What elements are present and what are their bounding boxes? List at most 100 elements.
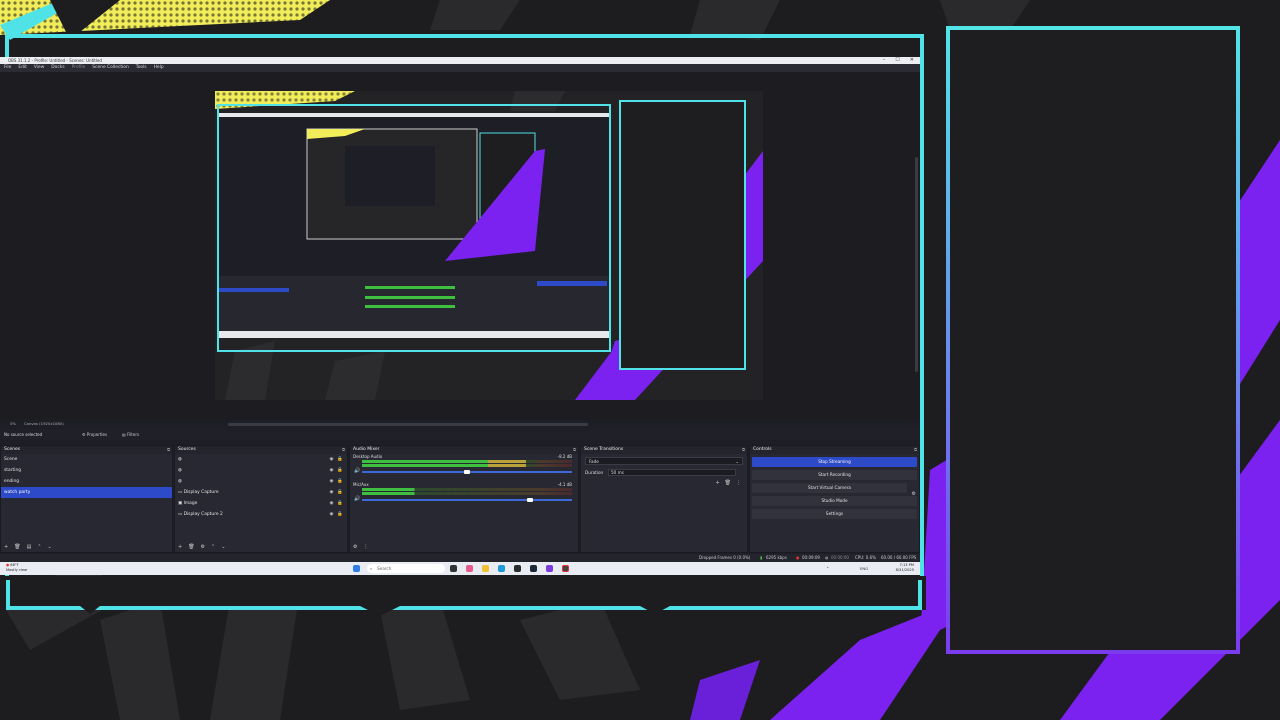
preview-fps: 0% <box>10 421 17 426</box>
move-down-icon[interactable]: ⌄ <box>221 544 225 550</box>
maximize-icon[interactable]: ☐ <box>895 57 899 64</box>
duration-label: Duration <box>585 470 604 475</box>
source-item[interactable]: ◍ ◉ 🔒 <box>175 454 347 465</box>
source-item[interactable]: ▭ Display Capture ◉ 🔒 <box>175 487 347 498</box>
source-item[interactable]: ◍ ◉ 🔒 <box>175 476 347 487</box>
properties-button[interactable]: ⚙ Properties <box>82 429 107 440</box>
dock-popout-icon[interactable]: ⧉ <box>573 446 576 454</box>
lock-icon[interactable]: 🔒 <box>337 476 343 487</box>
scene-item[interactable]: watch party <box>1 487 172 498</box>
search-icon: ⌕ <box>370 566 373 571</box>
transition-select[interactable]: Fade ⌄ <box>585 457 743 465</box>
settings-button[interactable]: Settings <box>752 509 917 519</box>
preview-canvas[interactable] <box>215 91 763 400</box>
dock-popout-icon[interactable]: ⧉ <box>167 446 170 454</box>
weather-icon: ● <box>6 563 10 567</box>
eye-icon[interactable]: ◉ <box>329 454 333 465</box>
eye-icon[interactable]: ◉ <box>329 509 333 520</box>
minimize-icon[interactable]: – <box>883 57 886 64</box>
controls-dock: Controls ⧉ Stop Streaming Start Recording… <box>749 445 920 553</box>
clock-time: 7:13 PM <box>899 563 914 567</box>
preview-vertical-scrollbar[interactable] <box>915 157 918 372</box>
lock-icon[interactable]: 🔒 <box>337 454 343 465</box>
volume-knob[interactable] <box>464 470 470 474</box>
app-icon[interactable] <box>466 565 473 572</box>
duration-field[interactable]: 50 ms <box>608 469 736 476</box>
menu-scene-collection[interactable]: Scene Collection <box>92 64 129 72</box>
globe-icon: ◍ <box>178 457 182 462</box>
menu-file[interactable]: File <box>4 64 11 72</box>
close-icon[interactable]: ✕ <box>910 57 914 64</box>
menu-help[interactable]: Help <box>154 64 164 72</box>
windows-taskbar: ● 68°F Mostly clear ⌕ Search ⌃ ENG 7:13 … <box>0 562 920 575</box>
menu-edit[interactable]: Edit <box>18 64 27 72</box>
stop-streaming-button[interactable]: Stop Streaming <box>752 457 917 467</box>
dock-popout-icon[interactable]: ⧉ <box>742 446 745 454</box>
trash-icon[interactable]: 🗑 <box>725 480 731 486</box>
weather-widget[interactable]: ● 68°F Mostly clear <box>6 563 28 573</box>
eye-icon[interactable]: ◉ <box>329 465 333 476</box>
move-down-icon[interactable]: ⌄ <box>48 544 52 550</box>
level-meter <box>362 460 572 463</box>
add-icon[interactable]: + <box>178 544 182 550</box>
mixer-menu-icon[interactable]: ⋮ <box>363 544 368 550</box>
dock-popout-icon[interactable]: ⧉ <box>914 446 917 454</box>
source-item[interactable]: ▣ Image ◉ 🔒 <box>175 498 347 509</box>
filters-button[interactable]: ▤ Filters <box>122 429 139 440</box>
menu-icon[interactable]: ⋮ <box>736 480 741 486</box>
file-explorer-icon[interactable] <box>482 565 489 572</box>
trash-icon[interactable]: 🗑 <box>14 544 20 550</box>
eye-icon[interactable]: ◉ <box>329 476 333 487</box>
obs-window[interactable]: OBS 31.1.2 - Profile: Untitled - Scenes:… <box>0 57 920 575</box>
volume-slider[interactable] <box>362 499 572 501</box>
task-view-icon[interactable] <box>450 565 457 572</box>
taskbar-search[interactable]: ⌕ Search <box>367 564 445 573</box>
level-meter <box>362 464 572 467</box>
menu-profile[interactable]: Profile <box>72 64 86 72</box>
tray-chevron-icon[interactable]: ⌃ <box>826 562 829 575</box>
move-up-icon[interactable]: ⌃ <box>211 544 215 550</box>
channel-db: -4.1 dB <box>557 482 572 487</box>
lock-icon[interactable]: 🔒 <box>337 487 343 498</box>
eye-icon[interactable]: ◉ <box>329 487 333 498</box>
menu-view[interactable]: View <box>34 64 44 72</box>
advanced-audio-icon[interactable]: ⚙ <box>353 544 357 550</box>
chevron-down-icon: ⌄ <box>735 459 739 464</box>
speaker-icon[interactable]: 🔊 <box>354 468 360 474</box>
edge-icon[interactable] <box>498 565 505 572</box>
volume-knob[interactable] <box>527 498 533 502</box>
canvas-size[interactable]: Canvas (1920x1080) <box>24 420 64 427</box>
trash-icon[interactable]: 🗑 <box>188 544 194 550</box>
preview-area[interactable] <box>0 72 920 426</box>
lock-icon[interactable]: 🔒 <box>337 465 343 476</box>
obs-icon[interactable] <box>562 565 569 572</box>
sources-dock: Sources ⧉ ◍ ◉ 🔒 ◍ ◉ 🔒 ◍ ◉ 🔒 ▭ Display Captur… <box>174 445 348 553</box>
lock-icon[interactable]: 🔒 <box>337 498 343 509</box>
scene-item[interactable]: ending <box>1 476 172 487</box>
language-indicator[interactable]: ENG <box>860 562 868 575</box>
eye-icon[interactable]: ◉ <box>329 498 333 509</box>
scene-item[interactable]: Scene <box>1 454 172 465</box>
rec-indicator-icon: ● <box>825 555 829 560</box>
menu-docks[interactable]: Docks <box>51 64 64 72</box>
steam-icon[interactable] <box>530 565 537 572</box>
lock-icon[interactable]: 🔒 <box>337 509 343 520</box>
add-icon[interactable]: + <box>4 544 8 550</box>
source-item[interactable]: ▭ Display Capture 2 ◉ 🔒 <box>175 509 347 520</box>
speaker-icon[interactable]: 🔊 <box>354 496 360 502</box>
dock-popout-icon[interactable]: ⧉ <box>342 446 345 454</box>
taskbar-clock[interactable]: 7:13 PM 8/31/2025 <box>896 563 914 573</box>
store-icon[interactable] <box>514 565 521 572</box>
source-item[interactable]: ◍ ◉ 🔒 <box>175 465 347 476</box>
add-icon[interactable]: + <box>715 480 719 486</box>
studio-mode-button[interactable]: Studio Mode <box>752 496 917 506</box>
app-icon[interactable] <box>546 565 553 572</box>
filter-icon[interactable]: ▤ <box>27 544 32 550</box>
menu-tools[interactable]: Tools <box>136 64 147 72</box>
move-up-icon[interactable]: ⌃ <box>37 544 41 550</box>
windows-start-icon[interactable] <box>353 565 360 572</box>
start-recording-button[interactable]: Start Recording <box>752 470 917 480</box>
gear-icon[interactable]: ⚙ <box>201 544 205 550</box>
scene-item[interactable]: starting <box>1 465 172 476</box>
start-virtual-camera-button[interactable]: Start Virtual Camera <box>752 483 907 493</box>
